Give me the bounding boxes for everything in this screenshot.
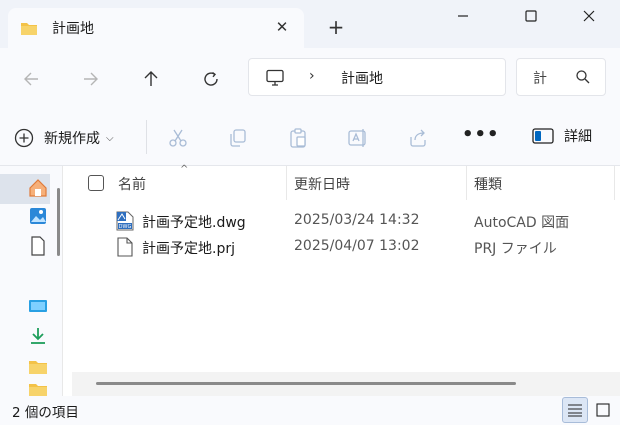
search-placeholder: 計 [533,71,547,87]
command-bar: 新規作成 ⌵ ••• 詳細 [0,108,620,166]
copy-button[interactable] [226,126,250,150]
folder-icon[interactable] [28,382,48,396]
folder-icon [20,20,38,40]
dwg-file-icon: DWG [116,211,134,231]
address-row: › 計画地 計 [0,48,620,108]
document-icon[interactable] [28,236,48,256]
column-separator[interactable] [466,166,467,200]
arrow-right-icon [84,72,98,86]
cut-button[interactable] [166,126,190,150]
arrow-up-icon [144,71,158,86]
clipboard-icon [290,128,306,148]
file-date: 2025/03/24 14:32 [294,212,420,228]
scissors-icon [169,129,187,147]
forward-button[interactable] [76,64,106,94]
column-separator[interactable] [614,166,615,200]
this-pc-icon [265,69,285,91]
list-view-icon [568,404,582,417]
new-button-label: 新規作成 [44,131,100,147]
desktop-icon[interactable] [28,296,48,316]
maximize-icon [525,10,537,22]
horizontal-scrollbar[interactable] [72,372,620,396]
search-icon[interactable] [575,69,591,89]
close-icon [583,10,595,22]
generic-file-icon [116,237,134,257]
details-pane-button[interactable]: 詳細 [532,126,592,146]
refresh-icon [204,71,218,86]
column-header: ^ 名前 更新日時 種類 [72,164,620,200]
close-window-button[interactable] [566,0,612,32]
column-name[interactable]: 名前 [118,174,146,194]
tab-current[interactable]: 計画地 ✕ [8,8,304,48]
file-name: 計画予定地.prj [142,241,235,257]
pane-divider[interactable] [62,166,72,396]
sort-indicator-icon: ^ [180,164,189,175]
share-button[interactable] [406,126,430,150]
arrow-left-icon [24,72,38,86]
close-tab-icon[interactable]: ✕ [270,16,294,40]
file-list: ^ 名前 更新日時 種類 DWG 計画予定地.dwg 2025/03/24 14… [72,164,620,396]
new-tab-button[interactable]: + [322,14,350,42]
minimize-icon [458,15,468,17]
file-row[interactable]: DWG 計画予定地.dwg 2025/03/24 14:32 AutoCAD 図… [72,208,620,234]
share-icon [410,129,426,147]
item-count: 2 個の項目 [12,405,79,421]
new-button[interactable]: 新規作成 ⌵ [14,122,114,154]
folder-icon[interactable] [28,356,48,376]
title-bar: 計画地 ✕ + [0,0,620,48]
minimize-button[interactable] [440,0,486,32]
tab-title: 計画地 [52,21,94,37]
column-separator[interactable] [286,166,287,200]
file-date: 2025/04/07 13:02 [294,238,420,254]
details-label: 詳細 [564,129,592,145]
copy-icon [230,129,246,147]
more-options-button[interactable]: ••• [462,124,500,145]
file-row[interactable]: 計画予定地.prj 2025/04/07 13:02 PRJ ファイル [72,234,620,260]
rename-button[interactable] [346,126,370,150]
maximize-button[interactable] [508,0,554,32]
toolbar-divider [146,120,147,154]
rename-icon [348,129,366,147]
file-name: 計画予定地.dwg [142,215,246,231]
plus-circle-icon [14,128,34,148]
column-type[interactable]: 種類 [474,174,502,194]
home-icon[interactable] [28,178,48,198]
tiles-view-icon [596,403,610,417]
paste-button[interactable] [286,126,310,150]
scrollbar-thumb[interactable] [96,382,516,385]
svg-text:DWG: DWG [119,224,132,230]
chevron-down-icon: ⌵ [106,132,114,144]
refresh-button[interactable] [196,64,226,94]
select-all-checkbox[interactable] [88,175,104,191]
address-bar[interactable]: › 計画地 [248,58,506,96]
search-box[interactable]: 計 [516,58,606,96]
file-type: PRJ ファイル [474,241,557,257]
downloads-icon[interactable] [28,326,48,346]
status-bar: 2 個の項目 [0,396,620,425]
back-button[interactable] [16,64,46,94]
tiles-view-button[interactable] [590,397,616,423]
up-button[interactable] [136,64,166,94]
column-date[interactable]: 更新日時 [294,174,350,194]
navigation-pane [0,166,62,396]
breadcrumb-current[interactable]: 計画地 [341,68,383,88]
details-view-button[interactable] [562,397,588,423]
gallery-icon[interactable] [28,206,48,226]
details-pane-icon [532,128,554,144]
nav-scrollbar[interactable] [57,188,60,256]
breadcrumb-separator: › [309,68,315,84]
file-type: AutoCAD 図面 [474,215,570,231]
